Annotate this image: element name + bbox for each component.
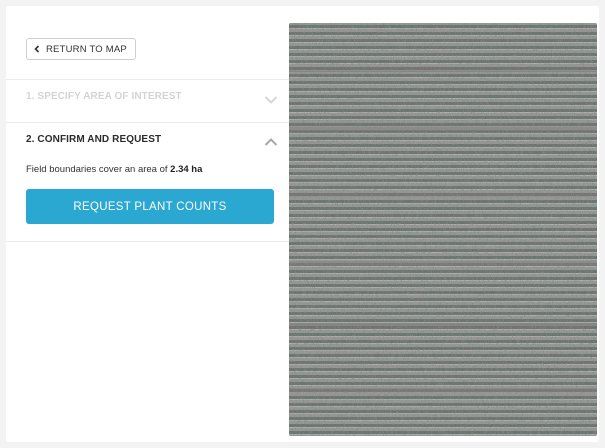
request-plant-counts-button[interactable]: REQUEST PLANT COUNTS: [26, 189, 274, 224]
step-2-title[interactable]: 2. CONFIRM AND REQUEST: [26, 134, 161, 145]
return-to-map-button[interactable]: RETURN TO MAP: [26, 38, 136, 60]
area-value: 2.34 ha: [170, 164, 203, 175]
step-1-title[interactable]: 1. SPECIFY AREA OF INTEREST: [26, 91, 182, 102]
chevron-left-icon: [33, 45, 41, 53]
divider: [6, 122, 290, 123]
area-summary-label: Field boundaries cover an area of: [26, 164, 168, 175]
chevron-down-icon[interactable]: [264, 92, 278, 104]
request-panel: RETURN TO MAP 1. SPECIFY AREA OF INTERES…: [6, 6, 290, 442]
divider: [6, 241, 290, 242]
chevron-up-icon[interactable]: [264, 134, 278, 146]
divider: [6, 79, 290, 80]
return-to-map-label: RETURN TO MAP: [46, 43, 127, 55]
app-card: RETURN TO MAP 1. SPECIFY AREA OF INTERES…: [6, 6, 599, 442]
aerial-field-image[interactable]: [289, 23, 597, 436]
area-summary: Field boundaries cover an area of 2.34 h…: [26, 164, 202, 175]
